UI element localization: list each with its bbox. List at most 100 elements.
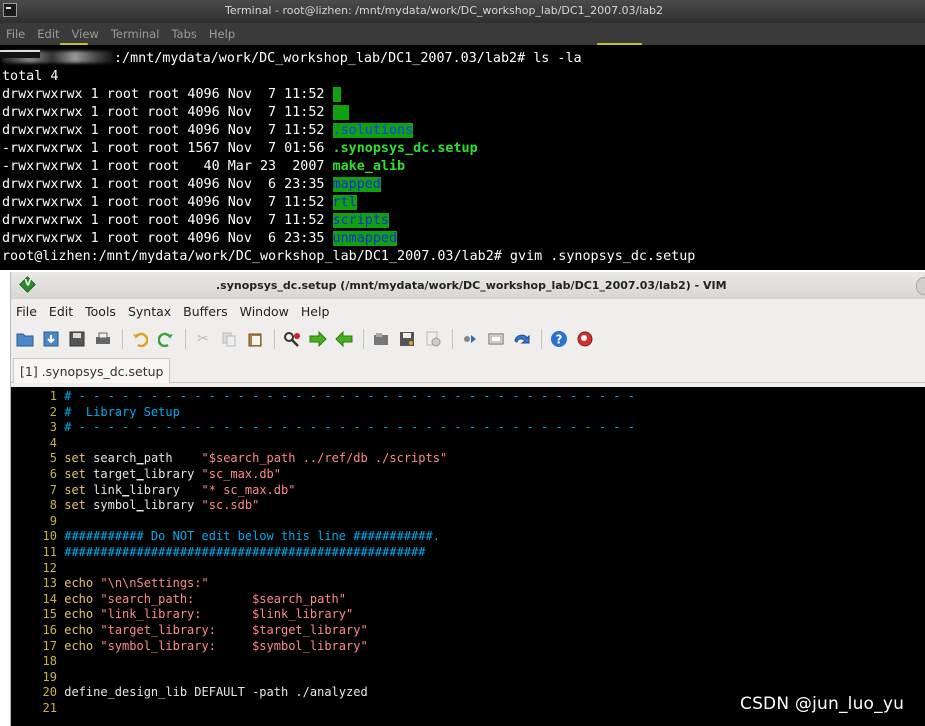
terminal-menu-help[interactable]: Help (209, 27, 235, 41)
code-token: "sc.sdb" (201, 498, 260, 513)
code-line: 17 echo "symbol_library: $symbol_library… (11, 639, 925, 655)
cut-icon[interactable]: ✂ (193, 329, 213, 349)
code-token: target (85, 466, 137, 481)
vim-menu-file[interactable]: File (16, 304, 37, 319)
vim-titlebar[interactable]: .synopsys_dc.setup (/mnt/mydata/work/DC_… (11, 272, 925, 299)
toolbar-separator (452, 329, 453, 349)
help-icon[interactable]: ? (549, 329, 569, 349)
code-token: "* sc_max.db" (201, 482, 296, 497)
run-script-icon[interactable] (423, 329, 443, 349)
code-token: _ (136, 466, 144, 481)
paste-icon[interactable] (245, 329, 265, 349)
listing-row: -rwxrwxrwx 1 root root 40 Mar 23 2007 ma… (2, 158, 925, 176)
code-token: "sc_max.db" (201, 466, 282, 481)
terminal-menu-tabs[interactable]: Tabs (171, 27, 196, 41)
line-number: 15 (42, 607, 57, 622)
listing-name: .. (332, 105, 349, 120)
window-control-icon[interactable] (916, 277, 925, 295)
load-session-icon[interactable] (371, 329, 391, 349)
listing-row: drwxrwxrwx 1 root root 4096 Nov 7 11:52 … (2, 86, 925, 104)
code-token: symbol (85, 498, 137, 513)
terminal-menu-terminal[interactable]: Terminal (111, 27, 160, 41)
vim-menu-tools[interactable]: Tools (85, 304, 116, 319)
terminal-total-line: total 4 (2, 69, 59, 84)
listing-row: drwxrwxrwx 1 root root 4096 Nov 7 11:52 … (2, 104, 925, 122)
line-number: 12 (42, 560, 57, 575)
code-line: 7 set link_library "* sc_max.db" (11, 483, 925, 499)
screen: Terminal - root@lizhen: /mnt/mydata/work… (0, 0, 925, 726)
vim-title: .synopsys_dc.setup (/mnt/mydata/work/DC_… (216, 279, 727, 292)
code-token: "search_path: $search_path" (93, 591, 347, 606)
code-token: # Library Setup (64, 404, 180, 419)
help-search-icon[interactable] (575, 329, 595, 349)
print-icon[interactable] (93, 329, 113, 349)
code-line: 6 set target_library "sc_max.db" (11, 467, 925, 483)
vim-toolbar: ✂ ? (11, 323, 925, 355)
code-token: set (64, 451, 86, 466)
code-token: echo (64, 622, 94, 637)
terminal-menu-edit[interactable]: Edit (37, 27, 59, 41)
code-token: _ (136, 498, 144, 513)
listing-meta: drwxrwxrwx 1 root root 4096 Nov 7 11:52 (2, 105, 333, 120)
find-prev-icon[interactable] (334, 329, 354, 349)
make-icon[interactable] (460, 329, 480, 349)
code-token: library (143, 498, 202, 513)
vim-menu-edit[interactable]: Edit (49, 304, 73, 319)
open-folder-icon[interactable] (15, 329, 35, 349)
listing-name: .solutions (332, 123, 414, 138)
code-token: library (129, 482, 202, 497)
vim-logo-icon[interactable] (19, 276, 36, 293)
line-number: 9 (49, 513, 57, 528)
code-token: search (85, 451, 137, 466)
vim-tabbar: [1] .synopsys_dc.setup (11, 355, 925, 383)
terminal-app-icon[interactable] (3, 3, 17, 17)
save-down-icon[interactable] (41, 329, 61, 349)
vim-buffer-tab[interactable]: [1] .synopsys_dc.setup (13, 358, 171, 383)
vim-menubar: File Edit Tools Syntax Buffers Window He… (11, 299, 925, 323)
listing-meta: drwxrwxrwx 1 root root 4096 Nov 7 11:52 (2, 213, 333, 228)
listing-row: -rwxrwxrwx 1 root root 1567 Nov 7 01:56 … (2, 140, 925, 158)
terminal-menu-file[interactable]: File (6, 27, 25, 41)
terminal-output[interactable]: :/mnt/mydata/work/DC_workshop_lab/DC1_20… (0, 45, 925, 270)
save-icon[interactable] (67, 329, 87, 349)
line-number: 11 (42, 544, 57, 559)
shell-icon[interactable] (486, 329, 506, 349)
find-next-icon[interactable] (308, 329, 328, 349)
code-token: # - - - - - - - - - - - - - - - - - - - … (64, 389, 635, 403)
code-line: 13 echo "\n\nSettings:" (11, 576, 925, 592)
typed-command: gvim .synopsys_dc.setup (509, 249, 696, 264)
undo-icon[interactable] (130, 329, 150, 349)
code-line: 18 (11, 654, 925, 670)
code-line: 4 (11, 436, 925, 452)
listing-meta: drwxrwxrwx 1 root root 4096 Nov 6 23:35 (2, 231, 333, 246)
vim-menu-help[interactable]: Help (301, 304, 330, 319)
vim-text-area[interactable]: 1 # - - - - - - - - - - - - - - - - - - … (11, 387, 925, 726)
save-session-icon[interactable] (397, 329, 417, 349)
line-number: 2 (49, 404, 57, 419)
line-number: 13 (42, 576, 57, 591)
terminal-menu-view[interactable]: View (72, 27, 99, 41)
code-token: # - - - - - - - - - - - - - - - - - - - … (64, 420, 635, 435)
copy-icon[interactable] (219, 329, 239, 349)
code-token: echo (64, 591, 94, 606)
find-replace-icon[interactable] (282, 329, 302, 349)
vim-menu-window[interactable]: Window (240, 304, 289, 319)
tag-jump-icon[interactable] (512, 329, 532, 349)
listing-row: drwxrwxrwx 1 root root 4096 Nov 7 11:52 … (2, 212, 925, 230)
toolbar-separator (541, 329, 542, 349)
line-number: 6 (49, 466, 57, 481)
listing-row: drwxrwxrwx 1 root root 4096 Nov 6 23:35 … (2, 176, 925, 194)
code-line: 2 # Library Setup (11, 405, 925, 421)
vim-menu-syntax[interactable]: Syntax (128, 304, 171, 319)
code-line: 8 set symbol_library "sc.sdb" (11, 498, 925, 514)
vim-menu-buffers[interactable]: Buffers (183, 304, 227, 319)
redo-icon[interactable] (156, 329, 176, 349)
line-number: 20 (42, 685, 57, 700)
terminal-titlebar[interactable]: Terminal - root@lizhen: /mnt/mydata/work… (0, 0, 925, 23)
code-token: echo (64, 607, 94, 622)
listing-name: rtl (332, 195, 357, 210)
vim-window: .synopsys_dc.setup (/mnt/mydata/work/DC_… (10, 272, 925, 726)
terminal-prompt-line: root@lizhen:/mnt/mydata/work/DC_workshop… (2, 248, 925, 266)
code-token: ########################################… (64, 544, 426, 559)
listing-name: .synopsys_dc.setup (332, 141, 478, 156)
